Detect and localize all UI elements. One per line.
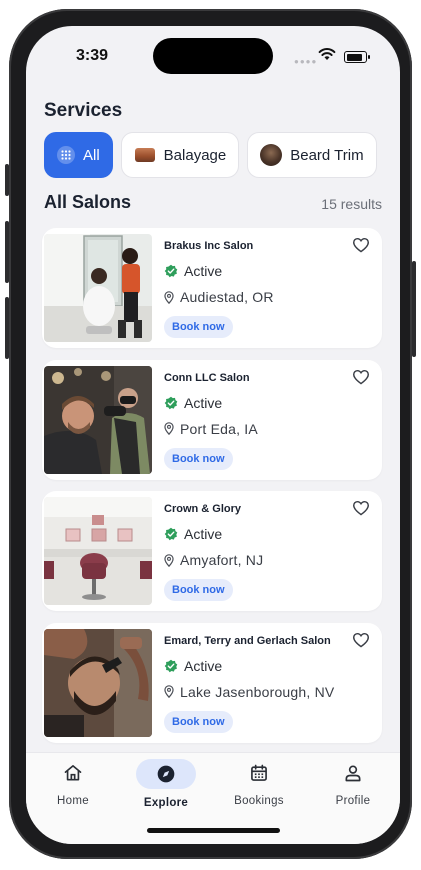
home-icon: [33, 759, 113, 787]
book-now-button[interactable]: Book now: [164, 710, 233, 733]
balayage-thumbnail: [134, 144, 156, 166]
location-pin-icon: [164, 685, 174, 698]
location-row: Amyafort, NJ: [164, 552, 263, 568]
results-count: 15 results: [321, 196, 382, 212]
verified-badge-icon: [164, 659, 178, 672]
location-text: Audiestad, OR: [180, 289, 274, 305]
tab-label: Bookings: [234, 795, 284, 807]
salon-card[interactable]: Brakus Inc Salon Active Audiestad, OR Bo…: [42, 228, 382, 348]
salon-photo: [44, 234, 152, 342]
volume-up-button: [5, 221, 9, 283]
salon-name: Brakus Inc Salon: [164, 240, 254, 252]
salon-photo: [44, 628, 152, 737]
salon-list: Brakus Inc Salon Active Audiestad, OR Bo…: [42, 228, 382, 754]
mute-switch: [5, 164, 9, 196]
location-text: Lake Jasenborough, NV: [180, 683, 335, 700]
status-text: Active: [184, 526, 223, 542]
battery-icon: [344, 51, 370, 63]
home-indicator[interactable]: [147, 828, 280, 833]
chip-label: Beard Trim: [290, 146, 364, 164]
status-text: Active: [184, 394, 223, 411]
heart-icon[interactable]: [352, 500, 370, 516]
volume-down-button: [5, 297, 9, 359]
salons-heading: All Salons: [44, 192, 132, 212]
heart-icon[interactable]: [352, 632, 370, 648]
verified-badge-icon: [164, 527, 178, 541]
salon-card[interactable]: Crown & Glory Active Amyafort, NJ Book n…: [42, 491, 382, 611]
wifi-icon: [318, 48, 336, 60]
salon-name: Emard, Terry and Gerlach Salon: [164, 634, 331, 647]
location-pin-icon: [164, 290, 174, 304]
user-icon: [313, 759, 393, 787]
location-row: Lake Jasenborough, NV: [164, 684, 334, 700]
chip-all[interactable]: All: [44, 132, 113, 178]
salon-card[interactable]: Conn LLC Salon Active Port Eda, IA Book …: [42, 359, 382, 480]
book-now-button[interactable]: Book now: [164, 579, 233, 601]
tab-label: Home: [57, 795, 89, 807]
signal-icon: ●●●●: [294, 57, 318, 66]
grid-icon: [57, 146, 75, 164]
calendar-icon: [219, 759, 299, 787]
status-row: Active: [164, 526, 222, 542]
services-heading: Services: [44, 100, 123, 121]
service-chips: All Balayage Beard Trim: [44, 132, 377, 178]
location-row: Audiestad, OR: [164, 289, 274, 305]
beard-trim-thumbnail: [260, 144, 283, 166]
salon-name: Conn LLC Salon: [164, 371, 250, 384]
location-pin-icon: [164, 422, 174, 435]
tab-explore[interactable]: Explore: [126, 759, 206, 809]
dynamic-island: [153, 38, 273, 74]
chip-beard-trim[interactable]: Beard Trim: [247, 132, 377, 178]
verified-badge-icon: [164, 264, 178, 278]
chip-label: All: [83, 146, 100, 164]
book-now-button[interactable]: Book now: [164, 316, 233, 338]
verified-badge-icon: [164, 396, 178, 409]
status-text: Active: [184, 657, 223, 674]
tab-label: Profile: [335, 795, 371, 807]
status-row: Active: [164, 658, 222, 674]
status-time: 3:39: [76, 47, 109, 64]
heart-icon[interactable]: [352, 369, 370, 385]
status-bar: 3:39 ●●●●: [26, 26, 400, 86]
salon-photo: [44, 497, 152, 605]
salon-card[interactable]: Emard, Terry and Gerlach Salon Active La…: [42, 622, 382, 743]
tab-label: Explore: [143, 797, 189, 809]
power-button: [412, 261, 416, 357]
location-pin-icon: [164, 553, 174, 567]
tab-bookings[interactable]: Bookings: [219, 759, 299, 807]
chip-balayage[interactable]: Balayage: [120, 132, 240, 178]
tab-home[interactable]: Home: [33, 759, 113, 807]
status-row: Active: [164, 395, 222, 411]
location-text: Port Eda, IA: [180, 420, 258, 437]
tab-profile[interactable]: Profile: [313, 759, 393, 807]
heart-icon[interactable]: [352, 237, 370, 253]
salon-name: Crown & Glory: [164, 503, 242, 515]
location-row: Port Eda, IA: [164, 421, 258, 437]
compass-icon: [136, 759, 196, 789]
location-text: Amyafort, NJ: [180, 552, 264, 568]
chip-label: Balayage: [163, 146, 227, 164]
status-text: Active: [184, 263, 223, 279]
book-now-button[interactable]: Book now: [164, 447, 233, 470]
app-screen: 3:39 ●●●● Services All Balayage Beard Tr…: [26, 26, 400, 844]
status-row: Active: [164, 263, 222, 279]
salon-photo: [44, 365, 152, 474]
